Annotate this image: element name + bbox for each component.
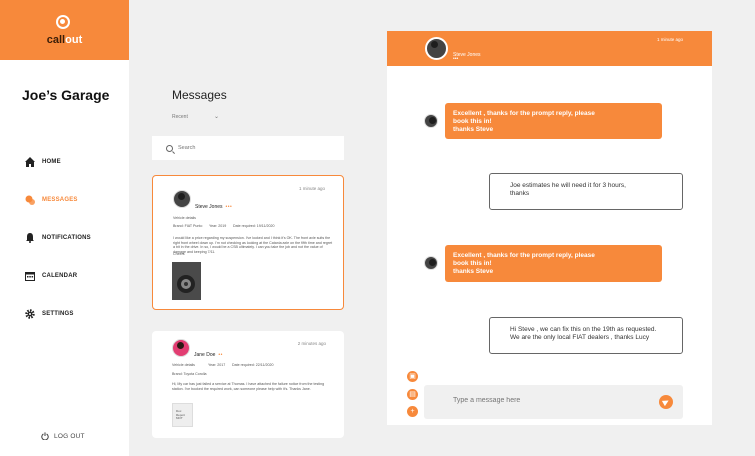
logout-label: LOG OUT (54, 432, 85, 440)
message-preview: Hi, My car has just failed a service at … (172, 382, 325, 391)
doc-label: Doc Report MOT (176, 409, 186, 421)
attachment-thumbnail[interactable]: Doc Report MOT (172, 403, 193, 427)
nav-label-home: HOME (42, 159, 61, 165)
brand-logo-text: callout (46, 34, 83, 46)
vehicle-year: Year: 2019 (209, 224, 227, 228)
message-bubble-incoming: Excellent , thanks for the prompt reply,… (445, 103, 662, 139)
rating-dots: ••• (225, 204, 233, 210)
nav-label-settings: SETTINGS (42, 311, 74, 317)
search-icon (166, 144, 173, 152)
vehicle-details-label: Vehicle details (173, 216, 196, 220)
bell-icon (26, 233, 34, 243)
header-time: 1 minute ago (656, 37, 683, 42)
message-input[interactable] (453, 397, 633, 404)
rating-dots: •• (218, 352, 223, 358)
chat-header: Steve Jones ••• 1 minute ago (387, 31, 712, 66)
garage-name: Joe’s Garage (22, 87, 110, 103)
vehicle-brand: Brand: FIAT Punto (173, 224, 203, 228)
nav-item-calendar[interactable]: CALENDAR (25, 269, 125, 283)
attachment-thumbnail[interactable] (172, 262, 201, 300)
date-required: Date required: 19/11/2020 (233, 224, 275, 228)
date-required: Date required: 22/11/2020 (232, 363, 274, 367)
search-bar (152, 136, 344, 160)
nav-item-messages[interactable]: MESSAGES (25, 193, 125, 207)
file-attach-icon[interactable]: ▤ (407, 389, 418, 400)
sender-avatar (424, 114, 438, 128)
callout-logo-icon (56, 15, 70, 29)
nav-label-calendar: CALENDAR (42, 273, 78, 279)
message-signoff: Cheers (173, 252, 185, 256)
card-time: 2 minutes ago (297, 341, 326, 346)
avatar (173, 190, 191, 208)
wheel-photo (172, 262, 201, 300)
vehicle-brand: Brand: Toyota Corolla (172, 372, 207, 376)
vehicle-details-label: Vehicle details (172, 363, 195, 367)
message-bubble-outgoing: Hi Steve , we can fix this on the 19th a… (489, 317, 683, 354)
chat-bubbles-icon (25, 195, 35, 205)
sender-avatar (424, 256, 438, 270)
page-title: Messages (172, 88, 227, 102)
brand-header: callout (0, 0, 129, 60)
contact-avatar (425, 37, 448, 60)
image-attach-icon[interactable]: ▣ (407, 371, 418, 382)
rating-dots: ••• (453, 56, 459, 62)
nav-label-messages: MESSAGES (42, 197, 78, 203)
chevron-down-icon[interactable]: ⌄ (214, 113, 219, 120)
sort-dropdown[interactable]: Recent (172, 114, 188, 120)
sidebar: callout Joe’s Garage HOME MESSAGES NOTIF… (0, 0, 129, 456)
message-bubble-incoming: Excellent , thanks for the prompt reply,… (445, 245, 662, 282)
vehicle-year: Year: 2017 (208, 363, 226, 367)
send-icon[interactable] (659, 395, 673, 409)
nav-item-home[interactable]: HOME (25, 155, 125, 169)
avatar (172, 339, 190, 357)
contact-name: Steve Jones ••• (195, 204, 233, 210)
gear-icon (25, 309, 35, 319)
contact-name: Jane Doe •• (194, 352, 223, 358)
home-icon (25, 157, 35, 167)
message-preview: I would like a price regarding my suspen… (173, 236, 333, 254)
conversation-card[interactable]: 2 minutes ago Jane Doe •• Vehicle details… (152, 331, 344, 438)
nav-item-notifications[interactable]: NOTIFICATIONS (25, 231, 125, 245)
logout-button[interactable]: LOG OUT (41, 432, 85, 440)
message-composer (424, 385, 683, 419)
chat-panel: Steve Jones ••• 1 minute ago (387, 31, 712, 425)
search-input[interactable] (178, 145, 328, 151)
nav-item-settings[interactable]: SETTINGS (25, 307, 125, 321)
add-icon[interactable]: + (407, 406, 418, 417)
calendar-icon (25, 272, 35, 281)
power-icon (41, 432, 49, 440)
card-time: 1 minute ago (298, 186, 325, 191)
conversation-card[interactable]: 1 minute ago Steve Jones ••• Vehicle deta… (152, 175, 344, 310)
message-bubble-outgoing: Joe estimates he will need it for 3 hour… (489, 173, 683, 210)
nav-label-notifications: NOTIFICATIONS (42, 235, 91, 241)
